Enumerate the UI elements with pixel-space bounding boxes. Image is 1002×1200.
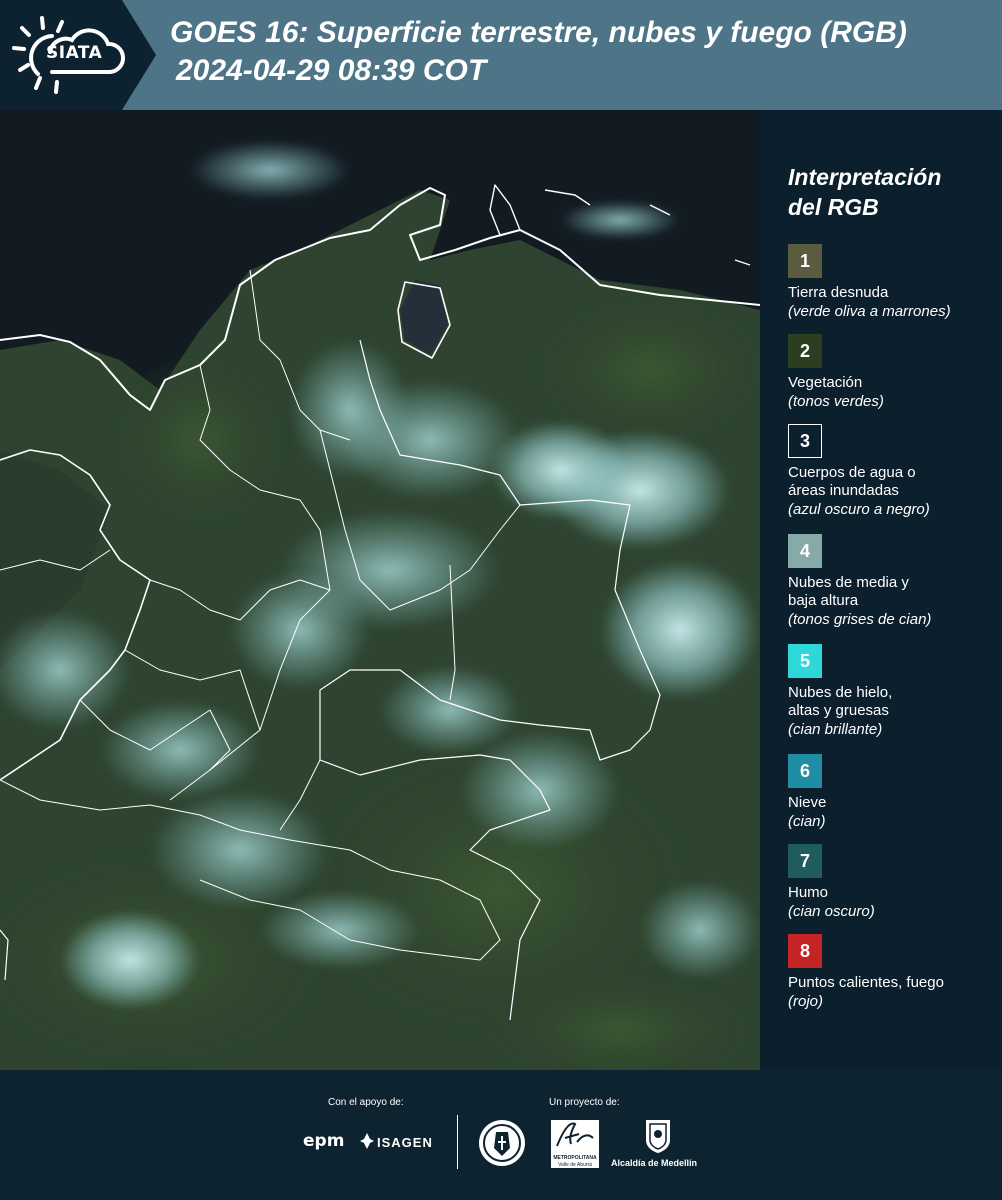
isagen-mark-icon bbox=[360, 1133, 374, 1149]
legend-sublabel: (azul oscuro a negro) bbox=[788, 501, 930, 518]
legend-swatch: 2 bbox=[788, 334, 822, 368]
legend-item: 2 Vegetación (tonos verdes) bbox=[788, 334, 988, 411]
legend-sublabel: (tonos grises de cian) bbox=[788, 611, 932, 628]
legend-label: Nieve bbox=[788, 794, 827, 811]
legend-label: Cuerpos de agua o áreas inundadas bbox=[788, 464, 916, 499]
project-label: Un proyecto de: bbox=[549, 1097, 620, 1108]
legend-item: 6 Nieve (cian) bbox=[788, 754, 988, 831]
legend-label: Vegetación bbox=[788, 374, 863, 391]
legend-swatch: 8 bbox=[788, 934, 822, 968]
legend-swatch: 1 bbox=[788, 244, 822, 278]
legend-label: Nubes de media y baja altura bbox=[788, 574, 909, 609]
legend-label: Puntos calientes, fuego bbox=[788, 974, 944, 991]
footer: Con el apoyo de: Un proyecto de: epm ISA… bbox=[0, 1070, 1002, 1200]
legend-item: 3 Cuerpos de agua o áreas inundadas (azul … bbox=[788, 424, 988, 519]
legend-sublabel: (rojo) bbox=[788, 993, 824, 1010]
legend-swatch: 7 bbox=[788, 844, 822, 878]
page-title: GOES 16: Superficie terrestre, nubes y f… bbox=[170, 14, 907, 90]
satellite-map[interactable] bbox=[0, 110, 760, 1070]
legend-swatch: 6 bbox=[788, 754, 822, 788]
legend-panel: Interpretación del RGB 1 Tierra desnuda (v… bbox=[760, 110, 1002, 1070]
legend-item: 8 Puntos calientes, fuego (rojo) bbox=[788, 934, 988, 1011]
legend-item: 5 Nubes de hielo, altas y gruesas (cian br… bbox=[788, 644, 988, 739]
alcaldia-shield-icon bbox=[646, 1120, 670, 1153]
legend-sublabel: (tonos verdes) bbox=[788, 393, 884, 410]
epm-logo: epm bbox=[303, 1131, 345, 1151]
support-label: Con el apoyo de: bbox=[328, 1097, 404, 1108]
legend-sublabel: (cian oscuro) bbox=[788, 903, 875, 920]
legend-item: 1 Tierra desnuda (verde oliva a marrones) bbox=[788, 244, 988, 321]
alcaldia-logo: Alcaldía de Medellín bbox=[611, 1158, 698, 1168]
legend-swatch: 4 bbox=[788, 534, 822, 568]
legend-sublabel: (verde oliva a marrones) bbox=[788, 303, 951, 320]
legend-swatch: 3 bbox=[788, 424, 822, 458]
footer-divider bbox=[457, 1115, 458, 1169]
legend-title: Interpretación del RGB bbox=[788, 162, 988, 222]
area-script-icon bbox=[556, 1122, 594, 1147]
logo-text: SIATA bbox=[46, 43, 103, 63]
header: SIATA GOES 16: Superficie terrestre, nub… bbox=[0, 0, 1002, 110]
seal-logo-icon bbox=[479, 1120, 525, 1166]
legend-sublabel: (cian brillante) bbox=[788, 721, 883, 738]
area-line-1: METROPOLITANA bbox=[553, 1155, 597, 1161]
legend-title-line-1: Interpretación bbox=[788, 164, 942, 190]
satellite-image bbox=[0, 110, 760, 1070]
legend-label: Tierra desnuda bbox=[788, 284, 889, 301]
legend-sublabel: (cian) bbox=[788, 813, 826, 830]
legend-item: 7 Humo (cian oscuro) bbox=[788, 844, 988, 921]
legend-label: Nubes de hielo, altas y gruesas bbox=[788, 684, 893, 719]
legend-item: 4 Nubes de media y baja altura (tonos gris… bbox=[788, 534, 988, 629]
legend-swatch: 5 bbox=[788, 644, 822, 678]
title-line-2: 2024-04-29 08:39 COT bbox=[176, 54, 487, 87]
legend-title-line-2: del RGB bbox=[788, 194, 879, 220]
area-line-2: Valle de Aburrá bbox=[558, 1162, 592, 1168]
legend-label: Humo bbox=[788, 884, 829, 901]
area-metropolitana-logo: METROPOLITANA Valle de Aburrá bbox=[551, 1120, 599, 1168]
isagen-logo: ISAGEN bbox=[377, 1135, 433, 1150]
title-line-1: GOES 16: Superficie terrestre, nubes y f… bbox=[170, 16, 907, 49]
